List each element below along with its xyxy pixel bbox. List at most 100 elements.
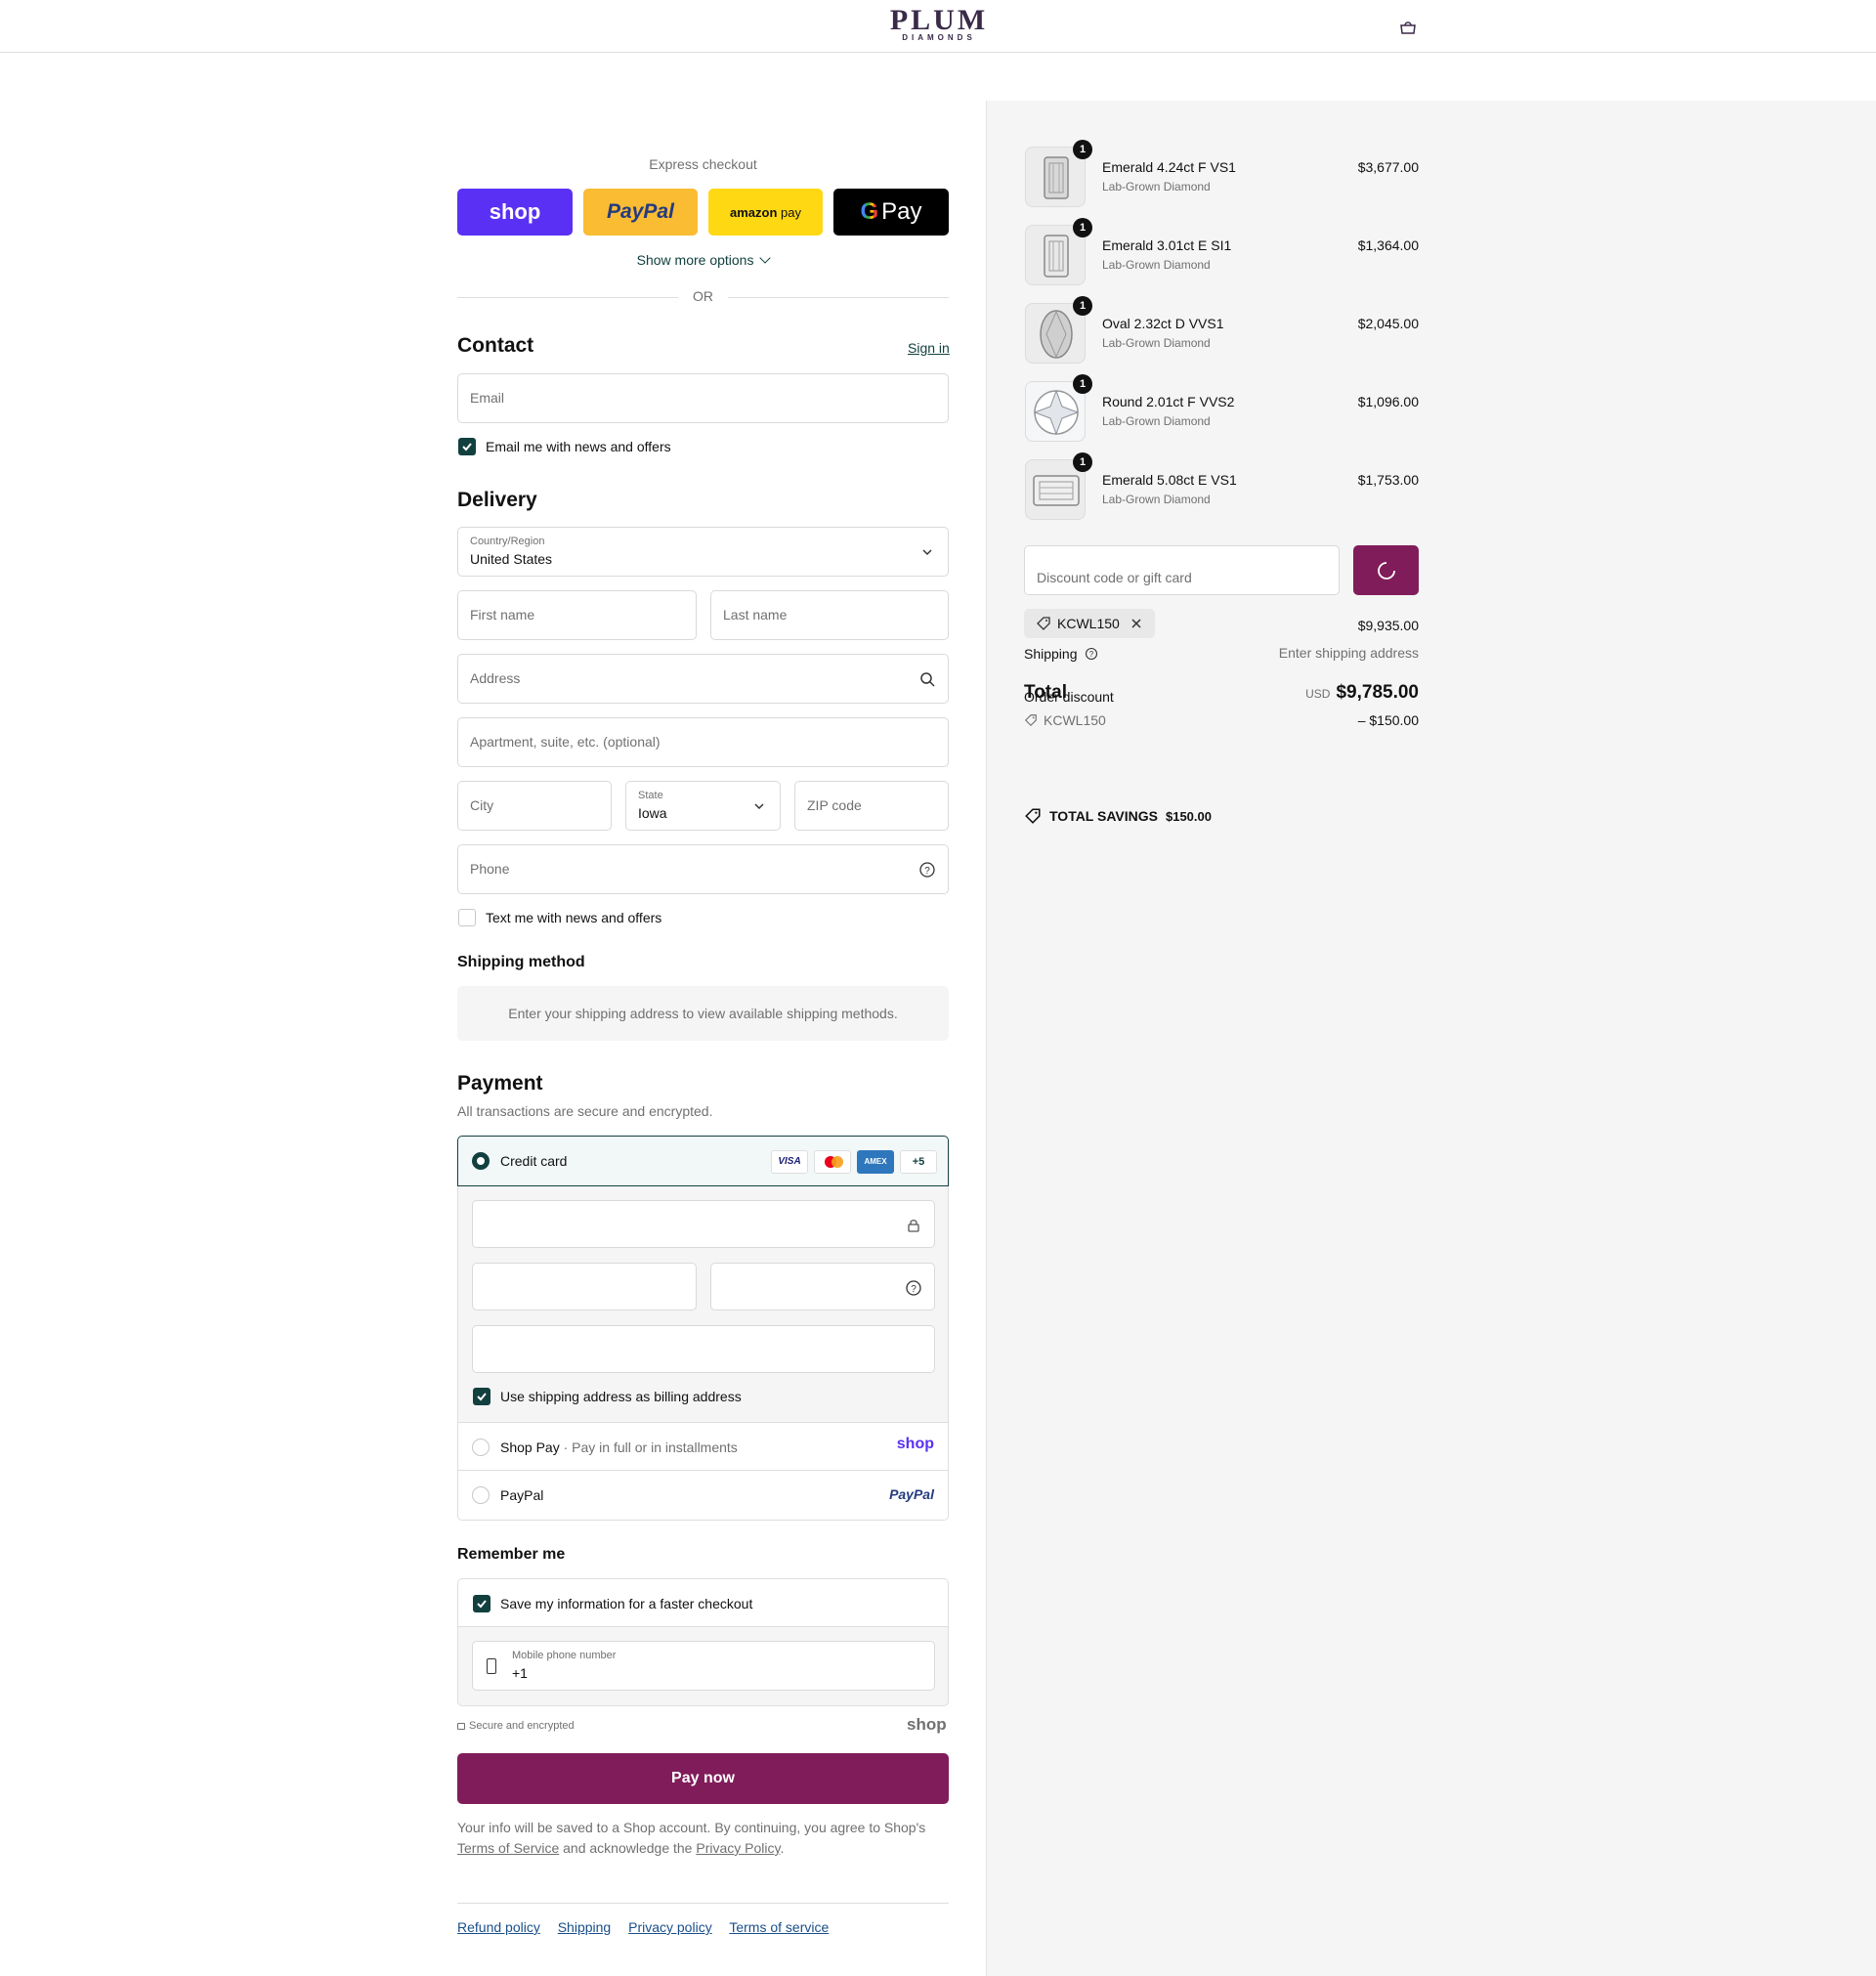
refund-policy-link[interactable]: Refund policy bbox=[457, 1919, 540, 1935]
name-on-card-field[interactable] bbox=[472, 1325, 935, 1373]
amazon-pay-button[interactable]: amazon pay bbox=[708, 189, 823, 236]
total-savings-row: TOTAL SAVINGS $150.00 bbox=[1024, 807, 1212, 825]
shipping-link[interactable]: Shipping bbox=[558, 1919, 612, 1935]
city-placeholder: City bbox=[470, 797, 494, 813]
google-pay-button[interactable]: G Pay bbox=[833, 189, 949, 236]
address-field[interactable]: Address bbox=[457, 654, 949, 704]
shop-logo-gray: shop bbox=[907, 1715, 947, 1734]
or-label: OR bbox=[693, 288, 713, 304]
legal-text: Your info will be saved to a Shop accoun… bbox=[457, 1818, 949, 1859]
help-icon[interactable]: ? bbox=[905, 1279, 922, 1297]
show-more-options-link[interactable]: Show more options bbox=[457, 252, 949, 268]
paypal-label: PayPal bbox=[500, 1487, 544, 1503]
apply-discount-button[interactable] bbox=[1353, 545, 1419, 595]
terms-of-service-link[interactable]: Terms of service bbox=[729, 1919, 829, 1935]
zip-field[interactable]: ZIP code bbox=[794, 781, 949, 831]
paypal-option[interactable]: PayPal PayPal bbox=[457, 1471, 949, 1521]
terms-link[interactable]: Terms of Service bbox=[457, 1840, 559, 1856]
country-select[interactable]: Country/Region United States bbox=[457, 527, 949, 577]
card-number-field[interactable] bbox=[472, 1200, 935, 1248]
last-name-field[interactable]: Last name bbox=[710, 590, 949, 640]
phone-field[interactable]: Phone ? bbox=[457, 844, 949, 894]
state-select[interactable]: State Iowa bbox=[625, 781, 781, 831]
item-subtitle: Lab-Grown Diamond bbox=[1102, 336, 1211, 350]
security-code-field[interactable]: ? bbox=[710, 1263, 935, 1310]
first-name-placeholder: First name bbox=[470, 607, 535, 623]
mobile-label: Mobile phone number bbox=[512, 1650, 617, 1661]
pay-now-button[interactable]: Pay now bbox=[457, 1753, 949, 1804]
sign-in-link[interactable]: Sign in bbox=[908, 340, 950, 356]
billing-address-checkbox[interactable] bbox=[473, 1388, 490, 1405]
item-subtitle: Lab-Grown Diamond bbox=[1102, 180, 1211, 193]
item-name: Round 2.01ct F VVS2 bbox=[1102, 394, 1235, 409]
discount-placeholder: Discount code or gift card bbox=[1037, 570, 1192, 585]
credit-card-radio[interactable] bbox=[472, 1152, 490, 1170]
shipping-label-row: Shipping ? bbox=[1024, 645, 1098, 662]
show-more-label: Show more options bbox=[636, 252, 754, 268]
privacy-policy-link[interactable]: Privacy policy bbox=[628, 1919, 712, 1935]
search-icon bbox=[918, 670, 936, 688]
applied-discount-code: KCWL150 bbox=[1044, 712, 1106, 728]
last-name-placeholder: Last name bbox=[723, 607, 788, 623]
chevron-down-icon bbox=[918, 543, 936, 561]
tag-icon bbox=[1024, 714, 1037, 727]
or-divider: OR bbox=[457, 288, 949, 304]
save-info-row[interactable]: Save my information for a faster checkou… bbox=[457, 1578, 949, 1627]
total-value: $9,785.00 bbox=[1336, 682, 1419, 703]
payment-subtitle: All transactions are secure and encrypte… bbox=[457, 1103, 713, 1119]
discount-code-field[interactable]: Discount code or gift card bbox=[1024, 545, 1340, 595]
subtotal-value: $9,935.00 bbox=[1357, 618, 1419, 633]
tag-icon bbox=[1025, 808, 1041, 824]
footer-links: Refund policy Shipping Privacy policy Te… bbox=[457, 1919, 842, 1935]
item-name: Emerald 3.01ct E SI1 bbox=[1102, 237, 1232, 253]
city-field[interactable]: City bbox=[457, 781, 612, 831]
svg-text:?: ? bbox=[924, 866, 930, 877]
shipping-method-message: Enter your shipping address to view avai… bbox=[457, 986, 949, 1041]
save-info-label: Save my information for a faster checkou… bbox=[500, 1596, 753, 1611]
legal-part3: . bbox=[780, 1840, 785, 1856]
payment-heading: Payment bbox=[457, 1072, 543, 1095]
item-subtitle: Lab-Grown Diamond bbox=[1102, 258, 1211, 272]
shop-pay-button[interactable]: shop bbox=[457, 189, 573, 236]
save-info-checkbox[interactable] bbox=[473, 1595, 490, 1612]
first-name-field[interactable]: First name bbox=[457, 590, 697, 640]
shop-pay-radio[interactable] bbox=[472, 1439, 490, 1456]
checkmark-icon bbox=[477, 1600, 487, 1609]
credit-card-label: Credit card bbox=[500, 1153, 568, 1169]
google-pay-label: Pay bbox=[881, 198, 922, 225]
address-placeholder: Address bbox=[470, 670, 521, 686]
svg-text:?: ? bbox=[911, 1284, 917, 1295]
card-fields-panel: ? Use shipping address as billing addres… bbox=[457, 1186, 949, 1422]
legal-part2: and acknowledge the bbox=[563, 1840, 693, 1856]
paypal-logo: PayPal bbox=[889, 1486, 934, 1502]
apartment-field[interactable]: Apartment, suite, etc. (optional) bbox=[457, 717, 949, 767]
paypal-button[interactable]: PayPal bbox=[583, 189, 698, 236]
plum-diamonds-logo[interactable]: PLUM DIAMONDS bbox=[871, 6, 1007, 43]
delivery-heading: Delivery bbox=[457, 489, 537, 511]
mobile-phone-field[interactable]: Mobile phone number +1 bbox=[472, 1641, 935, 1691]
help-icon[interactable]: ? bbox=[918, 861, 936, 879]
email-field[interactable]: Email bbox=[457, 373, 949, 423]
country-value: United States bbox=[470, 551, 553, 567]
order-summary-panel bbox=[986, 101, 1876, 1976]
paypal-radio[interactable] bbox=[472, 1486, 490, 1504]
shop-pay-option[interactable]: Shop Pay · Pay in full or in installment… bbox=[457, 1422, 949, 1471]
privacy-link[interactable]: Privacy Policy bbox=[696, 1840, 780, 1856]
expiry-field[interactable] bbox=[472, 1263, 697, 1310]
email-news-checkbox[interactable] bbox=[458, 438, 476, 455]
shopping-bag-icon[interactable] bbox=[1398, 18, 1418, 37]
item-name: Oval 2.32ct D VVS1 bbox=[1102, 316, 1224, 331]
quantity-badge: 1 bbox=[1073, 140, 1092, 159]
state-value: Iowa bbox=[638, 805, 667, 821]
close-icon[interactable] bbox=[1130, 617, 1143, 630]
quantity-badge: 1 bbox=[1073, 218, 1092, 237]
visa-logo: VISA bbox=[771, 1150, 808, 1174]
text-news-checkbox[interactable] bbox=[458, 909, 476, 926]
zip-placeholder: ZIP code bbox=[807, 797, 862, 813]
item-price: $3,677.00 bbox=[1357, 159, 1419, 175]
amex-logo: AMEX bbox=[857, 1150, 894, 1174]
svg-text:?: ? bbox=[1089, 650, 1094, 659]
help-icon[interactable]: ? bbox=[1085, 647, 1098, 661]
loading-spinner-icon bbox=[1378, 562, 1395, 580]
credit-card-option[interactable]: Credit card VISA AMEX +5 bbox=[457, 1136, 949, 1186]
